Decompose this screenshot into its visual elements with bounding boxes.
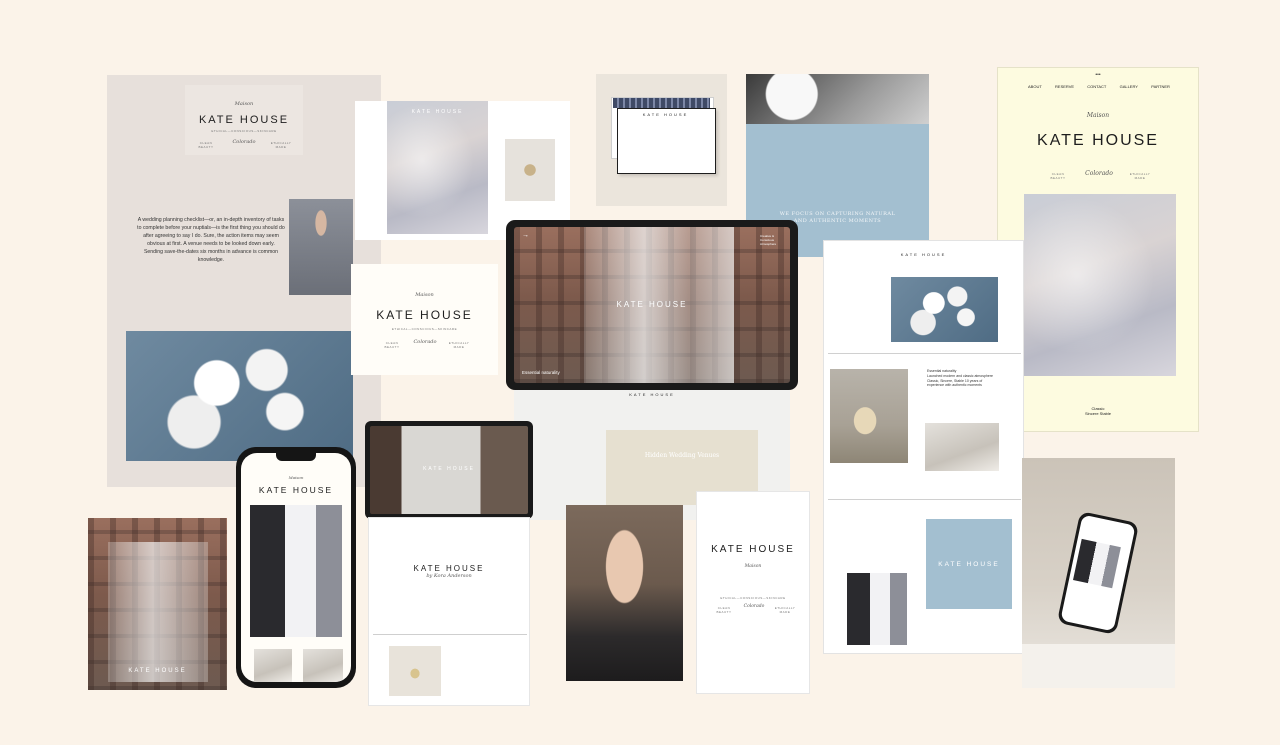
grid-page-flowers-photo [891, 277, 998, 342]
phone-thumb-1 [254, 649, 292, 682]
cream-site-brand: KATE HOUSE [1037, 132, 1159, 149]
small-tablet-brand: KATE HOUSE [423, 466, 475, 472]
poster-tagline: ETHICAL—CONSCIOUS—SKINCARE [211, 129, 277, 133]
window-photo-curtain [108, 542, 208, 682]
cream-site-script-top: Maison [1086, 112, 1110, 119]
earring-page-earring-photo [505, 139, 555, 201]
invitation-page-card: KATE HOUSE by Kora Anderson [368, 517, 530, 706]
big-tablet-top-right: Creative & Conscious Atmosphere [760, 234, 777, 246]
earring-page-veil-photo [387, 101, 488, 234]
envelope-liner [613, 98, 710, 108]
nav-partner[interactable]: PARTNER [1151, 84, 1170, 89]
phone-brand: KATE HOUSE [258, 485, 334, 495]
cream-site-nav: ABOUT RESERVE CONTACT GALLERY PARTNER [1028, 84, 1170, 89]
window-photo-card: KATE HOUSE [88, 518, 227, 690]
brand-card-tagline: ETHICAL—CONSCIOUS—SKINCARE [391, 327, 458, 331]
invitation-brand: KATE HOUSE [413, 564, 485, 573]
grid-page-beach-photo [830, 369, 908, 463]
cream-site-script-mid: Colorado [1085, 170, 1113, 177]
brochure-col-right: ETHICALLY MADE [774, 606, 796, 614]
big-tablet-caption: Essential naturality [522, 370, 560, 375]
envelope-brand: KATE HOUSE [642, 112, 689, 117]
phone-couple-photo [250, 505, 342, 637]
window-photo-brand: KATE HOUSE [128, 668, 187, 674]
brochure-col-left: CLEAN BEAUTY [716, 606, 732, 614]
cream-site-dots: ••• [1095, 72, 1101, 78]
brochure-card: KATE HOUSE Maison ETHICAL—CONSCIOUS—SKIN… [696, 491, 810, 694]
invitation-divider [373, 634, 527, 635]
brochure-script-top: Maison [744, 564, 762, 569]
poster-body-text: A wedding planning checklist—or, an in-d… [137, 217, 285, 263]
brochure-tagline: ETHICAL—CONSCIOUS—SKINCARE [720, 596, 786, 600]
brand-card-script-top: Maison [415, 292, 434, 298]
brochure-brand: KATE HOUSE [711, 544, 795, 555]
poster-flowers-photo [126, 331, 353, 461]
cream-site-footer-2: Sincere Stable [1084, 411, 1111, 416]
floating-phone-pedestal [1022, 644, 1175, 688]
brand-card-col-left: CLEAN BEAUTY [384, 341, 400, 349]
grid-page-brand: KATE HOUSE [900, 252, 947, 257]
phone-notch [276, 453, 316, 461]
portrait-photo [566, 505, 683, 681]
earring-page-brand: KATE HOUSE [411, 109, 464, 115]
grid-page-essential: Essential naturality [927, 369, 957, 373]
poster-logo-block: Maison KATE HOUSE ETHICAL—CONSCIOUS—SKIN… [185, 85, 303, 155]
grid-page-detail: Launched modern and classic atmosphere C… [927, 374, 993, 387]
poster-brand-name: KATE HOUSE [198, 114, 290, 126]
poster-model-photo [289, 199, 353, 295]
cream-site-card: ••• ABOUT RESERVE CONTACT GALLERY PARTNE… [997, 67, 1199, 432]
blue-card-line1: WE FOCUS ON CAPTURING NATURAL [779, 211, 896, 217]
phone-script-top: Maison [288, 475, 304, 480]
grid-page-shape-photo [925, 423, 999, 471]
invitation-ring-photo [389, 646, 441, 696]
grid-page-card: KATE HOUSE Essential naturality Launched… [823, 240, 1024, 654]
brand-card-script-mid: Colorado [413, 339, 437, 345]
floating-phone-photo [1073, 538, 1121, 589]
blue-card-bw-photo [746, 74, 929, 124]
brand-card-name: KATE HOUSE [376, 308, 473, 322]
phone-mockup: Maison KATE HOUSE [236, 447, 356, 688]
poster-script-mid: Colorado [232, 139, 256, 145]
brochure-script-mid: Colorado [743, 604, 765, 609]
grid-page-blue-tile: KATE HOUSE [926, 519, 1012, 609]
venues-title: Hidden Wedding Venues [644, 452, 720, 459]
invitation-script: by Kora Anderson [426, 573, 472, 579]
poster-col-left: CLEAN BEAUTY [198, 141, 214, 149]
floating-phone-card [1022, 458, 1175, 688]
phone-screen: Maison KATE HOUSE [241, 453, 351, 682]
grid-divider-1 [828, 353, 1021, 354]
nav-reserve[interactable]: RESERVE [1055, 84, 1074, 89]
big-tablet-arrow-icon[interactable]: → [522, 232, 529, 239]
phone-thumb-2 [303, 649, 343, 682]
poster-card: Maison KATE HOUSE ETHICAL—CONSCIOUS—SKIN… [107, 75, 381, 487]
nav-gallery[interactable]: GALLERY [1120, 84, 1138, 89]
floating-phone-screen [1060, 514, 1136, 632]
cream-site-col-right: ETHICALLY MADE [1129, 172, 1151, 180]
envelope-front [617, 108, 716, 174]
grid-page-blue-brand: KATE HOUSE [938, 561, 1000, 568]
poster-script-top: Maison [234, 101, 254, 107]
small-tablet: KATE HOUSE [365, 421, 533, 519]
big-tablet: → Creative & Conscious Atmosphere KATE H… [506, 220, 798, 390]
grid-page-couple-photo [847, 573, 907, 645]
envelope-card: KATE HOUSE [596, 74, 727, 206]
floating-phone [1056, 511, 1140, 635]
poster-col-right: ETHICALLY MADE [270, 141, 292, 149]
grid-divider-2 [828, 499, 1021, 500]
venues-page-brand: KATE HOUSE [629, 392, 675, 397]
nav-contact[interactable]: CONTACT [1087, 84, 1106, 89]
brand-card-col-right: ETHICALLY MADE [448, 341, 470, 349]
brand-card: Maison KATE HOUSE ETHICAL—CONSCIOUS—SKIN… [351, 264, 498, 375]
cream-site-hero-photo [1024, 194, 1176, 376]
nav-about[interactable]: ABOUT [1028, 84, 1042, 89]
big-tablet-brand: KATE HOUSE [616, 300, 688, 309]
cream-site-col-left: CLEAN BEAUTY [1050, 172, 1066, 180]
